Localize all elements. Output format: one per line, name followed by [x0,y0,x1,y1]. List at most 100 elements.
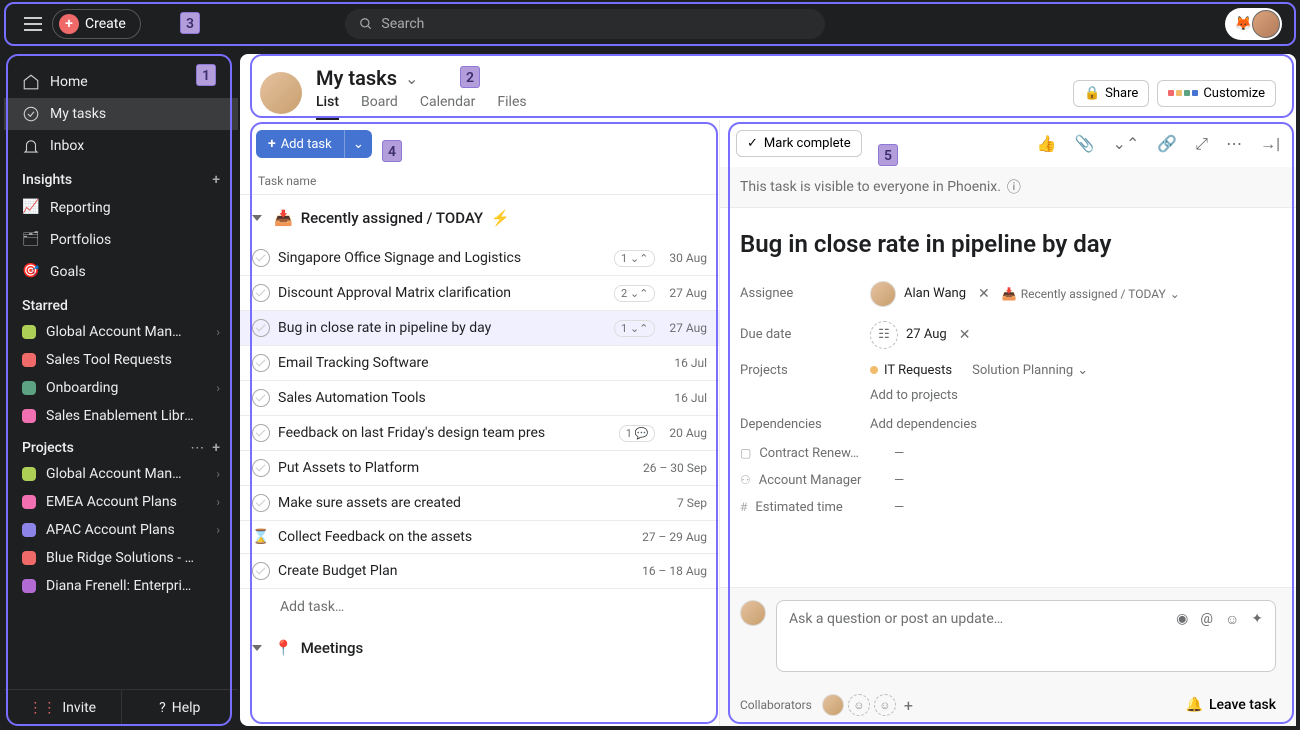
projects-more-icon[interactable]: ⋯ [190,440,204,456]
task-row[interactable]: Sales Automation Tools16 Jul [240,381,719,416]
task-row[interactable]: Create Budget Plan16 – 18 Aug [240,554,719,589]
remove-assignee-icon[interactable]: ✕ [974,284,994,304]
add-to-projects-button[interactable]: Add to projects [870,388,958,403]
tab-board[interactable]: Board [361,94,398,120]
complete-checkbox[interactable] [252,494,270,512]
sidebar-item-goals[interactable]: 🎯Goals [4,256,238,288]
add-task-button[interactable]: + Add task [256,130,344,158]
project2-name: Solution Planning [972,363,1073,378]
attachment-icon[interactable]: 📎 [1075,134,1095,154]
insights-add-icon[interactable]: + [212,172,220,188]
more-icon[interactable]: ⋯ [1226,134,1242,154]
create-button[interactable]: + Create [52,9,141,39]
task-row[interactable]: Put Assets to Platform26 – 30 Sep [240,451,719,486]
add-task-inline[interactable]: Add task… [240,589,719,625]
column-header: Task name [240,168,719,195]
sidebar-project-item[interactable]: Global Account Man…› [4,318,238,346]
task-date: 30 Aug [663,251,707,265]
projects-add-icon[interactable]: + [212,440,220,456]
custom-field-row[interactable]: ▢Contract Renew…— [740,446,1276,461]
sidebar-item-my-tasks[interactable]: My tasks [4,98,238,130]
close-panel-icon[interactable]: →| [1260,134,1280,154]
custom-field-row[interactable]: #Estimated time— [740,500,1276,515]
task-row[interactable]: Discount Approval Matrix clarification2 … [240,276,719,311]
sidebar-project-item[interactable]: APAC Account Plans› [4,516,238,544]
complete-checkbox[interactable] [252,389,270,407]
link-icon[interactable]: 🔗 [1157,134,1177,154]
projects-section-header[interactable]: Projects ⋯ + [4,430,238,460]
sidebar: HomeMy tasksInbox Insights + 📈Reporting🗂… [4,54,238,726]
calendar-icon[interactable]: ☷ [870,321,898,349]
project-chip-2[interactable]: Solution Planning⌄ [972,363,1088,378]
invite-button[interactable]: ⋮⋮ Invite [4,690,122,726]
assignee-name[interactable]: Alan Wang [904,286,966,301]
project-chip-1[interactable]: IT Requests [870,363,952,378]
mention-icon[interactable]: @ [1200,611,1213,628]
sidebar-project-item[interactable]: Global Account Man…› [4,460,238,488]
subtask-icon[interactable]: ⌄⌃ [1113,134,1140,154]
assignee-section-chip[interactable]: 📥 Recently assigned / TODAY ⌄ [1002,287,1180,301]
comment-input[interactable]: Ask a question or post an update… ◉ @ ☺ … [776,600,1276,672]
task-row[interactable]: ⌛Collect Feedback on the assets27 – 29 A… [240,521,719,554]
task-section-header[interactable]: 📥Recently assigned / TODAY⚡ [240,195,719,241]
complete-checkbox[interactable] [252,284,270,302]
emoji-icon[interactable]: ☺ [1225,611,1239,628]
collaborators-label: Collaborators [740,698,812,712]
help-label: Help [172,700,201,716]
share-button[interactable]: 🔒 Share [1073,80,1149,107]
sidebar-project-item[interactable]: EMEA Account Plans› [4,488,238,516]
add-dependencies-button[interactable]: Add dependencies [870,417,977,432]
detail-title[interactable]: Bug in close rate in pipeline by day [740,226,1276,267]
add-collaborator-slot-2[interactable]: ☺ [874,694,896,716]
complete-checkbox[interactable] [252,562,270,580]
share-label: Share [1105,86,1138,101]
add-task-dropdown[interactable]: ⌄ [344,130,372,158]
add-collaborator-slot-1[interactable]: ☺ [848,694,870,716]
user-menu[interactable]: 🦊 [1225,8,1282,40]
sidebar-project-item[interactable]: Sales Tool Requests [4,346,238,374]
task-section-header[interactable]: 📍Meetings [240,625,719,671]
starred-section-header[interactable]: Starred [4,288,238,318]
leave-task-button[interactable]: 🔔 Leave task [1186,697,1277,713]
add-collaborator-button[interactable]: + [900,696,917,715]
complete-checkbox[interactable] [252,354,270,372]
task-row[interactable]: Email Tracking Software16 Jul [240,346,719,381]
complete-checkbox[interactable] [252,319,270,337]
sidebar-item-portfolios[interactable]: 🗂Portfolios [4,224,238,256]
title-chevron-icon[interactable]: ⌄ [405,69,418,88]
like-icon[interactable]: 👍 [1037,134,1057,154]
hamburger-icon[interactable] [18,12,42,36]
main-header: My tasks ⌄ ListBoardCalendarFiles 🔒 Shar… [240,54,1296,120]
collaborator-avatar[interactable] [822,694,844,716]
project-color-swatch [22,579,36,593]
task-row[interactable]: Make sure assets are created7 Sep [240,486,719,521]
due-date-value[interactable]: 27 Aug [906,327,947,342]
insights-section-header[interactable]: Insights + [4,162,238,192]
sidebar-item-inbox[interactable]: Inbox [4,130,238,162]
sidebar-project-item[interactable]: Diana Frenell: Enterprise… [4,572,238,600]
star-icon[interactable]: ✦ [1251,611,1263,628]
complete-checkbox[interactable] [252,424,270,442]
sidebar-project-item[interactable]: Blue Ridge Solutions - A… [4,544,238,572]
sidebar-item-reporting[interactable]: 📈Reporting [4,192,238,224]
complete-checkbox[interactable] [252,459,270,477]
task-row[interactable]: Feedback on last Friday's design team pr… [240,416,719,451]
info-icon[interactable]: ⓘ [1007,177,1021,197]
sidebar-project-item[interactable]: Onboarding› [4,374,238,402]
tab-calendar[interactable]: Calendar [420,94,476,120]
task-row[interactable]: Bug in close rate in pipeline by day1 ⌄⌃… [240,311,719,346]
help-button[interactable]: ? Help [122,690,239,726]
search-input[interactable]: Search [345,9,825,39]
complete-checkbox[interactable] [252,249,270,267]
fullscreen-icon[interactable]: ⤢ [1195,134,1208,154]
tab-list[interactable]: List [316,94,339,120]
remove-due-date-icon[interactable]: ✕ [955,325,975,345]
task-row[interactable]: Singapore Office Signage and Logistics1 … [240,241,719,276]
insight-icon: 📈 [22,199,40,217]
custom-field-row[interactable]: ⚇Account Manager— [740,473,1276,488]
record-icon[interactable]: ◉ [1176,611,1188,628]
mark-complete-button[interactable]: ✓ Mark complete [736,130,862,157]
customize-button[interactable]: Customize [1157,80,1276,107]
tab-files[interactable]: Files [497,94,526,120]
sidebar-project-item[interactable]: Sales Enablement Library [4,402,238,430]
